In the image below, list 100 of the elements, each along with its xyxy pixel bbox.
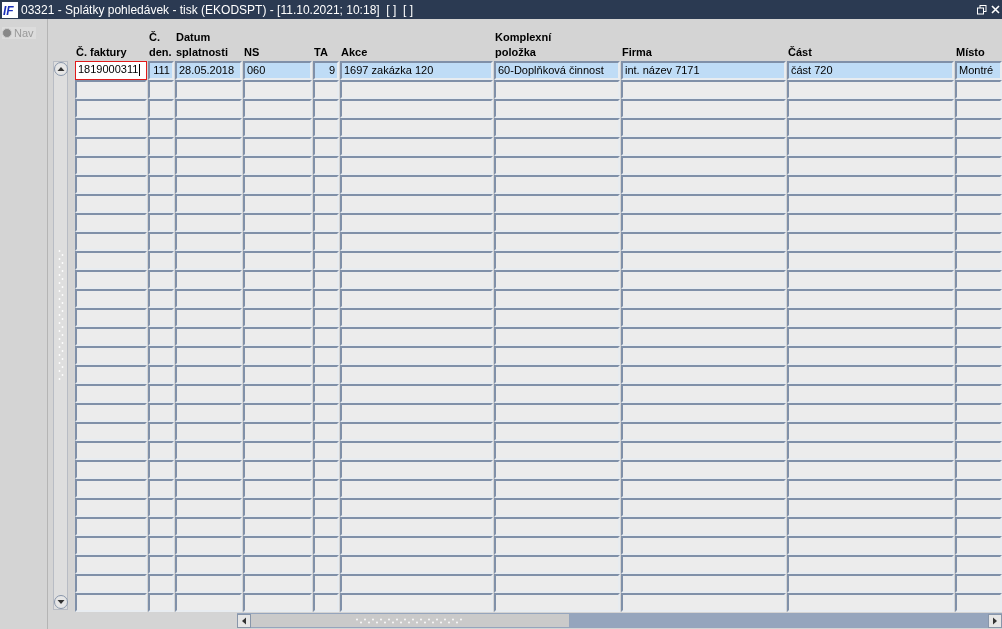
table-cell[interactable]	[243, 251, 312, 270]
table-cell[interactable]	[243, 80, 312, 99]
table-cell[interactable]	[75, 555, 147, 574]
table-cell[interactable]	[494, 270, 620, 289]
table-cell[interactable]	[313, 536, 339, 555]
table-cell[interactable]	[621, 517, 786, 536]
table-cell[interactable]	[340, 137, 493, 156]
table-cell[interactable]	[340, 194, 493, 213]
table-cell[interactable]	[175, 137, 242, 156]
table-cell[interactable]	[75, 308, 147, 327]
table-cell[interactable]: 28.05.2018	[175, 61, 242, 80]
table-cell[interactable]	[494, 232, 620, 251]
table-cell[interactable]	[243, 441, 312, 460]
table-cell[interactable]	[955, 403, 1002, 422]
table-cell[interactable]	[621, 194, 786, 213]
table-cell[interactable]	[243, 327, 312, 346]
table-cell[interactable]	[621, 137, 786, 156]
table-cell[interactable]	[787, 270, 954, 289]
table-cell[interactable]	[175, 213, 242, 232]
table-cell[interactable]	[621, 536, 786, 555]
table-cell[interactable]	[494, 346, 620, 365]
table-cell[interactable]	[175, 194, 242, 213]
table-cell[interactable]	[148, 251, 174, 270]
table-cell[interactable]	[621, 422, 786, 441]
table-cell[interactable]	[75, 118, 147, 137]
horizontal-scrollbar[interactable]	[237, 613, 1002, 628]
table-cell[interactable]	[494, 308, 620, 327]
table-cell[interactable]	[955, 251, 1002, 270]
table-cell[interactable]	[621, 403, 786, 422]
table-cell[interactable]	[494, 156, 620, 175]
table-cell[interactable]	[955, 137, 1002, 156]
table-cell[interactable]	[148, 175, 174, 194]
table-cell[interactable]	[313, 593, 339, 612]
table-cell[interactable]	[75, 479, 147, 498]
table-cell[interactable]	[955, 460, 1002, 479]
table-cell[interactable]	[75, 346, 147, 365]
table-cell[interactable]	[313, 270, 339, 289]
table-cell[interactable]	[175, 536, 242, 555]
table-cell[interactable]	[621, 251, 786, 270]
table-cell[interactable]	[787, 289, 954, 308]
table-cell[interactable]	[313, 346, 339, 365]
table-cell[interactable]	[148, 308, 174, 327]
vertical-scrollbar[interactable]	[53, 61, 68, 610]
table-cell[interactable]	[313, 479, 339, 498]
table-cell[interactable]	[175, 574, 242, 593]
table-cell[interactable]	[787, 536, 954, 555]
table-cell[interactable]	[243, 384, 312, 403]
table-cell[interactable]	[340, 156, 493, 175]
table-cell[interactable]	[75, 99, 147, 118]
table-cell[interactable]	[148, 194, 174, 213]
table-cell[interactable]	[148, 403, 174, 422]
table-cell[interactable]	[148, 555, 174, 574]
table-cell[interactable]	[148, 213, 174, 232]
table-cell[interactable]	[955, 232, 1002, 251]
table-cell[interactable]	[243, 137, 312, 156]
table-cell[interactable]	[955, 479, 1002, 498]
table-cell[interactable]	[313, 365, 339, 384]
table-cell[interactable]	[340, 346, 493, 365]
table-cell[interactable]	[787, 498, 954, 517]
table-cell[interactable]	[340, 327, 493, 346]
table-cell[interactable]	[313, 574, 339, 593]
table-cell[interactable]	[243, 536, 312, 555]
table-cell[interactable]	[243, 479, 312, 498]
table-cell[interactable]	[313, 232, 339, 251]
table-cell[interactable]	[148, 441, 174, 460]
table-cell[interactable]	[243, 460, 312, 479]
table-cell[interactable]	[787, 194, 954, 213]
table-cell[interactable]	[787, 365, 954, 384]
table-cell[interactable]	[175, 308, 242, 327]
table-cell[interactable]	[787, 251, 954, 270]
table-cell[interactable]	[621, 270, 786, 289]
table-cell[interactable]	[340, 289, 493, 308]
close-icon[interactable]	[991, 5, 1000, 14]
table-cell[interactable]	[621, 365, 786, 384]
table-cell[interactable]	[340, 80, 493, 99]
table-cell[interactable]	[787, 118, 954, 137]
table-cell[interactable]	[313, 99, 339, 118]
table-cell[interactable]	[787, 403, 954, 422]
scroll-thumb[interactable]	[251, 614, 569, 627]
table-cell[interactable]	[787, 441, 954, 460]
table-cell[interactable]	[75, 498, 147, 517]
table-cell[interactable]	[494, 213, 620, 232]
table-cell[interactable]	[955, 289, 1002, 308]
table-cell[interactable]	[313, 422, 339, 441]
restore-icon[interactable]	[977, 4, 987, 15]
table-cell[interactable]	[494, 251, 620, 270]
table-cell[interactable]	[340, 574, 493, 593]
table-cell[interactable]	[955, 555, 1002, 574]
table-cell[interactable]	[494, 536, 620, 555]
table-cell[interactable]: 111	[148, 61, 174, 80]
table-cell[interactable]	[787, 213, 954, 232]
table-cell[interactable]	[313, 289, 339, 308]
table-cell[interactable]	[621, 555, 786, 574]
table-cell[interactable]	[243, 574, 312, 593]
table-cell[interactable]	[787, 555, 954, 574]
table-cell[interactable]	[175, 403, 242, 422]
table-cell[interactable]	[621, 593, 786, 612]
table-cell[interactable]	[148, 232, 174, 251]
table-cell[interactable]	[75, 460, 147, 479]
table-cell[interactable]	[494, 99, 620, 118]
